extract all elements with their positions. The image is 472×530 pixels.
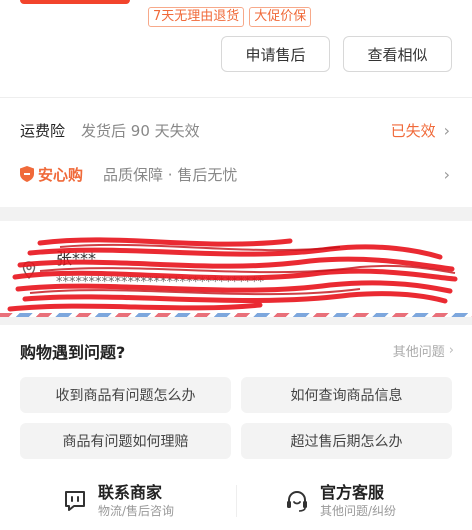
faq-received-problem[interactable]: 收到商品有问题怎么办	[20, 377, 231, 413]
shipping-insurance-desc: 发货后 90 天失效	[81, 121, 200, 140]
assurance-desc: 品质保障 · 售后无忧	[103, 165, 238, 184]
assurance-chevron-group: ›	[436, 165, 450, 184]
view-similar-button[interactable]: 查看相似	[343, 36, 452, 72]
headset-icon	[287, 490, 307, 512]
tag-price-protect: 大促价保	[249, 7, 312, 27]
faq-query-product-info[interactable]: 如何查询商品信息	[241, 377, 452, 413]
help-title: 购物遇到问题?	[20, 343, 126, 362]
tag-7day-return: 7天无理由退货	[148, 7, 245, 27]
faq-after-sale-expired[interactable]: 超过售后期怎么办	[241, 423, 452, 459]
shipping-insurance-status-group: 已失效 ›	[391, 120, 450, 141]
order-card: 7天无理由退货 大促价保 申请售后 查看相似	[0, 0, 472, 97]
official-service-title: 官方客服	[320, 483, 385, 502]
assurance-badge: 安心购	[20, 164, 83, 185]
chevron-right-icon: ›	[443, 120, 450, 140]
chevron-right-icon: ›	[448, 343, 454, 358]
faq-grid: 收到商品有问题怎么办 如何查询商品信息 商品有问题如何理赔 超过售后期怎么办	[20, 377, 452, 459]
shipping-insurance-status: 已失效	[390, 121, 436, 140]
other-questions-label: 其他问题	[392, 345, 445, 360]
official-service-text: 官方客服 其他问题/纠纷	[320, 483, 396, 519]
shipping-insurance-row[interactable]: 运费险 发货后 90 天失效 已失效 ›	[20, 118, 450, 142]
shield-icon	[20, 166, 34, 182]
apply-after-sale-button[interactable]: 申请售后	[221, 36, 330, 72]
price-badge-fragment	[20, 0, 130, 4]
chevron-right-icon: ›	[443, 164, 450, 184]
official-service-sub: 其他问题/纠纷	[320, 504, 397, 518]
contact-merchant-title: 联系商家	[98, 483, 163, 502]
service-card: 运费险 发货后 90 天失效 已失效 › 安心购 品质保障 · 售后无忧 ›	[0, 97, 472, 207]
other-questions-link[interactable]: 其他问题 ›	[393, 341, 454, 360]
contact-merchant-text: 联系商家 物流/售后咨询	[98, 483, 174, 519]
shipping-insurance-label: 运费险	[20, 121, 66, 140]
divider	[236, 485, 237, 517]
assurance-row[interactable]: 安心购 品质保障 · 售后无忧 ›	[20, 162, 450, 186]
assurance-badge-label: 安心购	[38, 165, 84, 184]
faq-claim[interactable]: 商品有问题如何理赔	[20, 423, 231, 459]
chat-icon	[65, 491, 85, 511]
order-actions: 申请售后 查看相似	[221, 36, 452, 72]
help-card: 购物遇到问题? 其他问题 › 收到商品有问题怎么办 如何查询商品信息 商品有问题…	[0, 325, 472, 530]
service-tags: 7天无理由退货 大促价保	[148, 7, 312, 27]
official-service-button[interactable]: 官方客服 其他问题/纠纷	[284, 477, 396, 525]
contact-merchant-sub: 物流/售后咨询	[98, 504, 175, 518]
contact-merchant-button[interactable]: 联系商家 物流/售后咨询	[62, 477, 174, 525]
redaction-scribble	[7, 237, 458, 312]
envelope-stripe	[0, 313, 472, 317]
